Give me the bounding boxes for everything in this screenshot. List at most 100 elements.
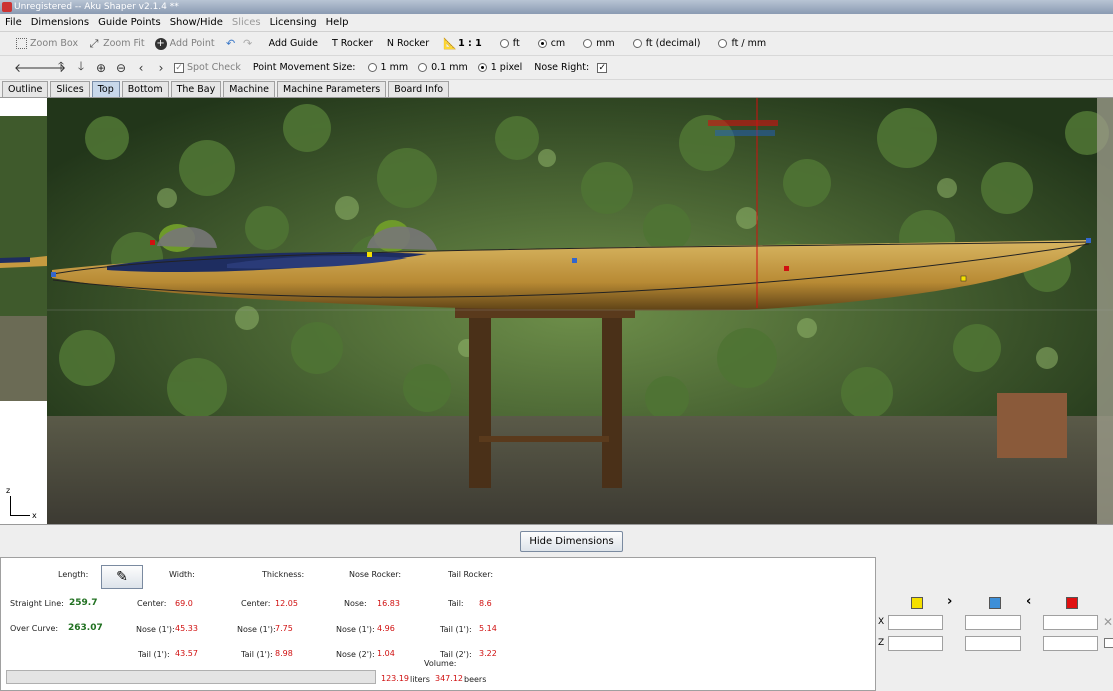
- blue-point-swatch[interactable]: [989, 597, 1001, 609]
- tail-rocker-1-label: Tail (1'):: [440, 625, 472, 634]
- tail-rocker-2-value: 3.22: [479, 649, 497, 658]
- arrow-up-icon[interactable]: 🡑: [54, 57, 68, 78]
- undo-button[interactable]: ↶: [225, 37, 240, 50]
- scale-button[interactable]: 📐 1 : 1: [443, 37, 482, 50]
- nose-rocker-nose-value: 16.83: [377, 599, 400, 608]
- tab-top[interactable]: Top: [91, 81, 120, 97]
- unit-cm-radio[interactable]: cm: [537, 38, 565, 49]
- zoom-box-button[interactable]: Zoom Box: [16, 38, 78, 49]
- menu-guide-points[interactable]: Guide Points: [98, 17, 161, 28]
- checkbox-icon: ✓: [174, 62, 184, 73]
- window-title: Unregistered -- Aku Shaper v2.1.4 **: [14, 2, 179, 12]
- volume-beers-value: 347.12: [435, 674, 463, 683]
- arrow-down-icon[interactable]: 🡓: [74, 57, 88, 78]
- red-x-field[interactable]: [1043, 615, 1098, 630]
- movement-1pixel-radio[interactable]: 1 pixel: [477, 62, 522, 73]
- zoom-out-icon[interactable]: ⊖: [114, 61, 128, 75]
- tab-the-bay[interactable]: The Bay: [170, 81, 222, 97]
- inset-photo: [0, 116, 47, 401]
- lock-checkbox[interactable]: [1104, 638, 1113, 648]
- tab-bottom[interactable]: Bottom: [121, 81, 169, 97]
- menu-licensing[interactable]: Licensing: [270, 17, 317, 28]
- thickness-tail-value: 8.98: [275, 649, 293, 658]
- width-tail-value: 43.57: [175, 649, 198, 658]
- board-photo[interactable]: [47, 98, 1113, 525]
- thickness-nose-value: 7.75: [275, 624, 293, 633]
- tail-rocker-tail-value: 8.6: [479, 599, 492, 608]
- blue-x-field[interactable]: [965, 615, 1021, 630]
- tab-bar: Outline Slices Top Bottom The Bay Machin…: [0, 80, 1113, 98]
- zoom-in-icon[interactable]: ⊕: [94, 61, 108, 75]
- menu-file[interactable]: File: [5, 17, 22, 28]
- tab-outline[interactable]: Outline: [2, 81, 49, 97]
- hide-dimensions-button[interactable]: Hide Dimensions: [520, 531, 623, 552]
- arrow-left-icon[interactable]: 🡐: [14, 60, 46, 75]
- tail-rocker-1-value: 5.14: [479, 624, 497, 633]
- edit-dimensions-button[interactable]: ✎: [101, 565, 143, 589]
- add-guide-button[interactable]: Add Guide: [269, 38, 318, 49]
- yellow-x-field[interactable]: [888, 615, 943, 630]
- tab-machine-parameters[interactable]: Machine Parameters: [277, 81, 387, 97]
- radio-icon: [367, 63, 377, 72]
- chevron-left-icon[interactable]: ‹: [134, 61, 148, 75]
- tab-board-info[interactable]: Board Info: [388, 81, 450, 97]
- radio-icon: [718, 39, 728, 48]
- nose-rocker-1-value: 4.96: [377, 624, 395, 633]
- tail-rocker-2-label: Tail (2'):: [440, 650, 472, 659]
- nose-rocker-2-value: 1.04: [377, 649, 395, 658]
- arrow-right-icon[interactable]: 🡒: [34, 60, 66, 75]
- title-bar: Unregistered -- Aku Shaper v2.1.4 **: [0, 0, 1113, 14]
- red-z-field[interactable]: [1043, 636, 1098, 651]
- tab-slices[interactable]: Slices: [50, 81, 90, 97]
- n-rocker-button[interactable]: N Rocker: [387, 38, 429, 49]
- chevron-right-icon[interactable]: ›: [154, 61, 168, 75]
- movement-1mm-radio[interactable]: 1 mm: [367, 62, 408, 73]
- tail-rocker-header: Tail Rocker:: [448, 570, 494, 579]
- volume-progress-bar: [6, 670, 376, 684]
- board-canvas[interactable]: z x: [0, 98, 1113, 525]
- blue-z-field[interactable]: [965, 636, 1021, 651]
- unit-mm-radio[interactable]: mm: [583, 38, 615, 49]
- unit-ft-radio[interactable]: ft: [499, 38, 520, 49]
- t-rocker-button[interactable]: T Rocker: [332, 38, 373, 49]
- nose-rocker-1-label: Nose (1'):: [336, 625, 375, 634]
- volume-label: Volume:: [424, 659, 457, 668]
- zoom-box-icon: [16, 38, 27, 49]
- app-icon: [2, 2, 12, 12]
- spot-check-toggle[interactable]: ✓ Spot Check: [174, 62, 241, 73]
- unit-ft-decimal-radio[interactable]: ft (decimal): [632, 38, 700, 49]
- close-icon[interactable]: ✕: [1103, 615, 1113, 629]
- yellow-point-swatch[interactable]: [911, 597, 923, 609]
- over-curve-label: Over Curve:: [10, 624, 59, 633]
- unit-ft-mm-radio[interactable]: ft / mm: [718, 38, 766, 49]
- radio-icon: [583, 39, 593, 48]
- chevron-right-icon[interactable]: ›: [947, 595, 952, 608]
- yellow-z-field[interactable]: [888, 636, 943, 651]
- chevron-left-icon[interactable]: ‹: [1026, 595, 1031, 608]
- x-coordinate-label: X: [878, 617, 885, 627]
- menu-dimensions[interactable]: Dimensions: [31, 17, 89, 28]
- redo-icon: ↷: [243, 36, 253, 50]
- menu-slices[interactable]: Slices: [232, 17, 261, 28]
- menu-help[interactable]: Help: [326, 17, 349, 28]
- red-point-swatch[interactable]: [1066, 597, 1078, 609]
- nose-rocker-2-label: Nose (2'):: [336, 650, 375, 659]
- menu-show-hide[interactable]: Show/Hide: [170, 17, 223, 28]
- width-center-value: 69.0: [175, 599, 193, 608]
- add-point-button[interactable]: + Add Point: [154, 37, 215, 50]
- radio-selected-icon: [537, 39, 547, 48]
- width-center-label: Center:: [137, 599, 167, 608]
- point-movement-label: Point Movement Size:: [252, 62, 356, 73]
- radio-icon: [499, 39, 509, 48]
- movement-0-1mm-radio[interactable]: 0.1 mm: [418, 62, 468, 73]
- zoom-fit-button[interactable]: ⤢ Zoom Fit: [88, 37, 145, 50]
- nose-rocker-header: Nose Rocker:: [349, 570, 402, 579]
- straight-line-value: 259.7: [69, 598, 98, 608]
- nose-right-checkbox[interactable]: ✓: [597, 62, 608, 73]
- thickness-header: Thickness:: [262, 570, 305, 579]
- tab-machine[interactable]: Machine: [223, 81, 276, 97]
- over-curve-value: 263.07: [68, 623, 103, 633]
- width-nose-label: Nose (1'):: [136, 625, 175, 634]
- volume-liters-unit: liters: [410, 675, 430, 684]
- redo-button[interactable]: ↷: [242, 36, 257, 50]
